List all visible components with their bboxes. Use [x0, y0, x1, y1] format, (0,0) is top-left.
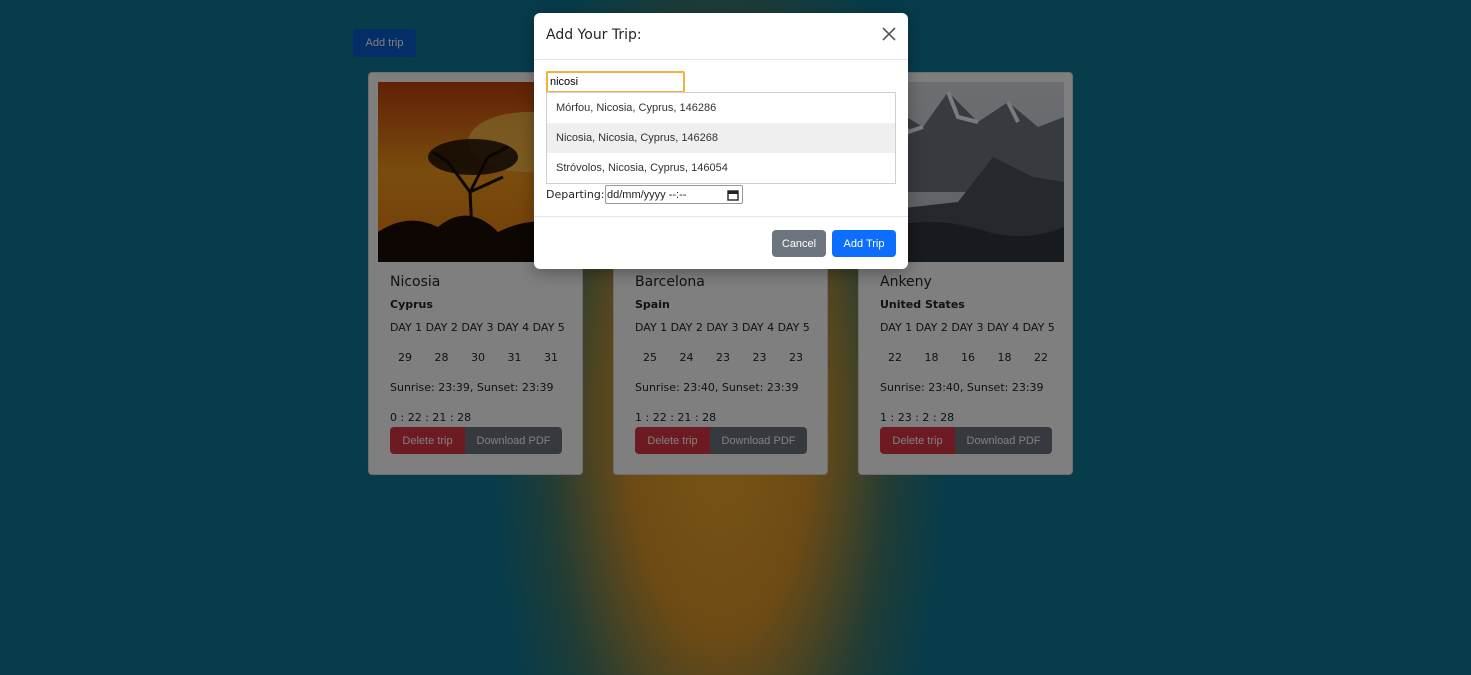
destination-search-input[interactable]: [546, 71, 685, 93]
cancel-button[interactable]: Cancel: [772, 230, 826, 257]
autocomplete-option[interactable]: Mórfou, Nicosia, Cyprus, 146286: [547, 93, 895, 123]
modal-title: Add Your Trip:: [546, 27, 642, 43]
autocomplete-option[interactable]: Stróvolos, Nicosia, Cyprus, 146054: [547, 153, 895, 183]
add-trip-submit-button[interactable]: Add Trip: [832, 230, 896, 257]
modal-header: Add Your Trip:: [534, 13, 908, 60]
autocomplete-option[interactable]: Nicosia, Nicosia, Cyprus, 146268: [547, 123, 895, 153]
close-button[interactable]: [880, 25, 898, 43]
autocomplete-list: Mórfou, Nicosia, Cyprus, 146286 Nicosia,…: [546, 92, 896, 184]
calendar-icon[interactable]: [727, 189, 739, 201]
modal-footer: Cancel Add Trip: [534, 216, 908, 269]
date-placeholder: dd/mm/yyyy --:--: [607, 188, 687, 201]
departing-label: Departing:: [546, 188, 605, 201]
close-icon: [882, 27, 896, 41]
departing-date-input[interactable]: dd/mm/yyyy --:--: [605, 185, 743, 204]
add-trip-modal: Add Your Trip: Mórfou, Nicosia, Cyprus, …: [534, 13, 908, 269]
